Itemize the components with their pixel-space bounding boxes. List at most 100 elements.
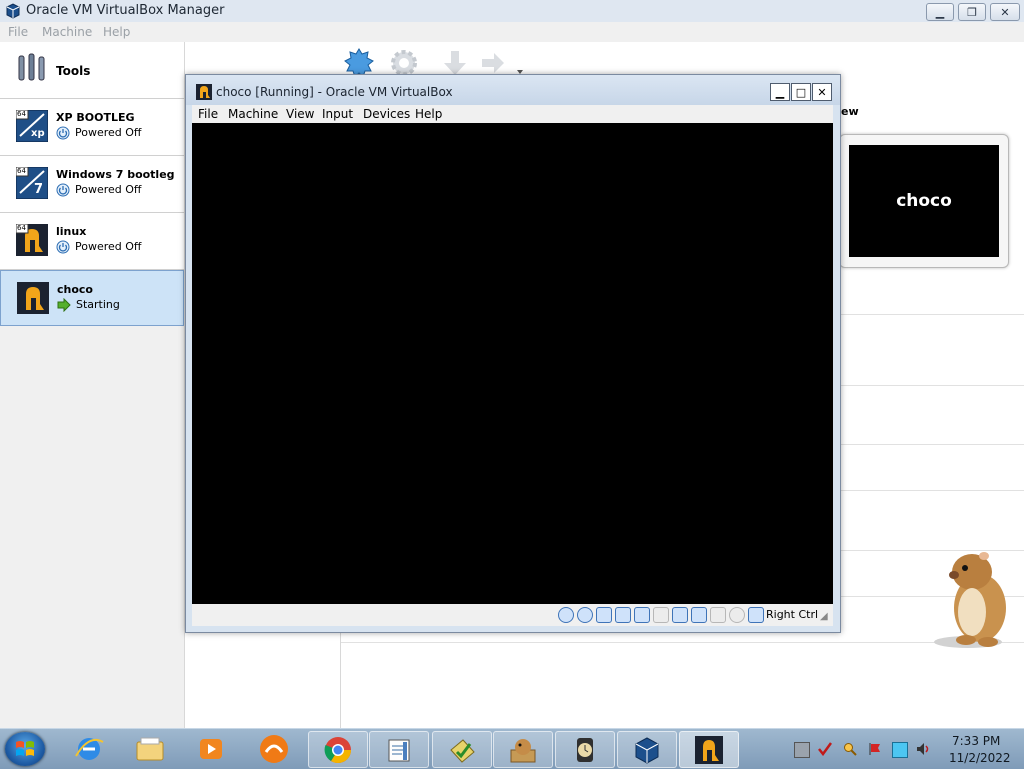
menu-help[interactable]: Help xyxy=(103,25,130,39)
display-icon[interactable] xyxy=(672,607,688,623)
tools-icon xyxy=(18,53,45,81)
power-off-icon xyxy=(56,240,70,254)
vm-window: choco [Running] - Oracle VM VirtualBox ▁… xyxy=(185,74,841,633)
vm-maximize-button[interactable]: □ xyxy=(791,83,811,101)
preview-screen: choco xyxy=(849,145,999,257)
arch-badge: 64 xyxy=(17,167,26,175)
vm-close-button[interactable]: ✕ xyxy=(812,83,832,101)
starting-arrow-icon xyxy=(57,298,71,312)
manager-title: Oracle VM VirtualBox Manager xyxy=(26,3,225,18)
taskbar-clock-app-button[interactable] xyxy=(555,731,615,768)
vm-menu-file[interactable]: File xyxy=(198,107,218,121)
arch-badge: 64 xyxy=(17,110,26,118)
choco-os-icon xyxy=(17,282,49,314)
manager-toolbar xyxy=(340,42,1024,78)
usb-icon[interactable] xyxy=(634,607,650,623)
machine-sidebar: Tools 64 xp XP BOOTLEG Powered Off 64 7 … xyxy=(0,42,185,728)
manager-menubar: File Machine Help xyxy=(0,22,1024,42)
machine-state: Powered Off xyxy=(75,240,142,253)
host-key-label[interactable]: Right Ctrl xyxy=(766,608,818,621)
vm-minimize-button[interactable]: ▁ xyxy=(770,83,790,101)
vm-title: choco [Running] - Oracle VM VirtualBox xyxy=(216,85,453,99)
close-icon: ✕ xyxy=(1000,5,1010,19)
maximize-icon: □ xyxy=(795,85,807,99)
machine-name: Windows 7 bootleg xyxy=(56,168,175,181)
machine-name: linux xyxy=(56,225,87,238)
resize-grip-icon[interactable]: ◢ xyxy=(820,611,828,622)
vm-statusbar: Right Ctrl ◢ xyxy=(192,604,833,626)
preview-section-header: ew xyxy=(841,105,859,118)
tray-app-icon[interactable] xyxy=(794,742,810,758)
machine-name: choco xyxy=(57,283,93,296)
menu-machine[interactable]: Machine xyxy=(42,25,92,39)
vm-titlebar[interactable]: choco [Running] - Oracle VM VirtualBox ▁… xyxy=(186,75,840,105)
hard-disk-icon[interactable] xyxy=(558,607,574,623)
close-icon: ✕ xyxy=(817,85,827,99)
choco-os-icon xyxy=(695,736,723,764)
network-icon[interactable] xyxy=(615,607,631,623)
taskbar-checklist-button[interactable] xyxy=(432,731,492,768)
clock-date[interactable]: 11/2/2022 xyxy=(949,751,1011,765)
vm-menu-help[interactable]: Help xyxy=(415,107,442,121)
chrome-icon xyxy=(324,737,352,764)
minimize-icon: ▁ xyxy=(935,5,945,19)
machine-name: XP BOOTLEG xyxy=(56,111,135,124)
internet-explorer-icon[interactable] xyxy=(73,734,105,764)
video-capture-icon[interactable] xyxy=(691,607,707,623)
restore-icon: ❐ xyxy=(967,5,977,19)
machine-state: Starting xyxy=(76,298,120,311)
shared-folders-icon[interactable] xyxy=(653,607,669,623)
sidebar-item-windows-7-bootleg[interactable]: 64 7 Windows 7 bootleg Powered Off xyxy=(0,156,184,213)
network-monitor-icon[interactable] xyxy=(892,742,908,758)
arch-badge: 64 xyxy=(17,224,26,232)
tray-search-icon[interactable] xyxy=(843,742,857,756)
vm-menu-view[interactable]: View xyxy=(286,107,314,121)
vm-menu-input[interactable]: Input xyxy=(322,107,353,121)
virtualbox-logo-icon xyxy=(6,3,20,19)
tray-check-icon[interactable] xyxy=(818,742,832,756)
file-explorer-icon[interactable] xyxy=(134,734,166,764)
manager-titlebar: Oracle VM VirtualBox Manager ▁ ❐ ✕ xyxy=(0,0,1024,23)
sidebar-item-tools[interactable]: Tools xyxy=(0,42,184,99)
pocket-watch-icon xyxy=(577,738,593,762)
vm-menu-machine[interactable]: Machine xyxy=(228,107,278,121)
audio-icon[interactable] xyxy=(596,607,612,623)
menu-file[interactable]: File xyxy=(8,25,28,39)
power-off-icon xyxy=(56,126,70,140)
media-player-icon[interactable] xyxy=(195,734,227,764)
preview-frame: choco xyxy=(839,134,1009,268)
clock-time[interactable]: 7:33 PM xyxy=(952,734,1000,748)
vm-display[interactable] xyxy=(192,123,833,604)
action-center-flag-icon[interactable] xyxy=(868,742,882,756)
os-badge: 7 xyxy=(34,182,44,197)
os-badge: xp xyxy=(31,128,45,139)
restore-button[interactable]: ❐ xyxy=(958,3,986,21)
windows-logo-icon xyxy=(16,741,34,756)
volume-icon[interactable] xyxy=(916,742,930,756)
machine-state: Powered Off xyxy=(75,183,142,196)
notepad-icon xyxy=(388,739,410,762)
taskbar-chrome-button[interactable] xyxy=(308,731,368,768)
minimize-button[interactable]: ▁ xyxy=(926,3,954,21)
mouse-integration-icon[interactable] xyxy=(729,607,745,623)
close-button[interactable]: ✕ xyxy=(990,3,1020,21)
taskbar-choco-vm-button[interactable] xyxy=(679,731,739,768)
taskbar-virtualbox-button[interactable] xyxy=(617,731,677,768)
power-off-icon xyxy=(56,183,70,197)
uc-browser-icon[interactable] xyxy=(257,732,291,766)
sidebar-item-linux[interactable]: 64 linux Powered Off xyxy=(0,213,184,270)
sidebar-item-xp-bootleg[interactable]: 64 xp XP BOOTLEG Powered Off xyxy=(0,99,184,156)
vm-menubar: File Machine View Input Devices Help xyxy=(192,105,833,123)
sidebar-item-choco[interactable]: choco Starting xyxy=(0,270,184,326)
keyboard-capture-icon[interactable] xyxy=(748,607,764,623)
choco-os-icon xyxy=(196,84,212,100)
vm-menu-devices[interactable]: Devices xyxy=(363,107,410,121)
taskbar-notepad-button[interactable] xyxy=(369,731,429,768)
hamster-desktop-pet-icon[interactable] xyxy=(928,542,1020,650)
taskbar-gerbil-box-button[interactable] xyxy=(493,731,553,768)
checklist-icon xyxy=(450,739,475,763)
virtualization-icon[interactable] xyxy=(710,607,726,623)
start-button[interactable] xyxy=(5,732,45,766)
optical-drive-icon[interactable] xyxy=(577,607,593,623)
machine-state: Powered Off xyxy=(75,126,142,139)
